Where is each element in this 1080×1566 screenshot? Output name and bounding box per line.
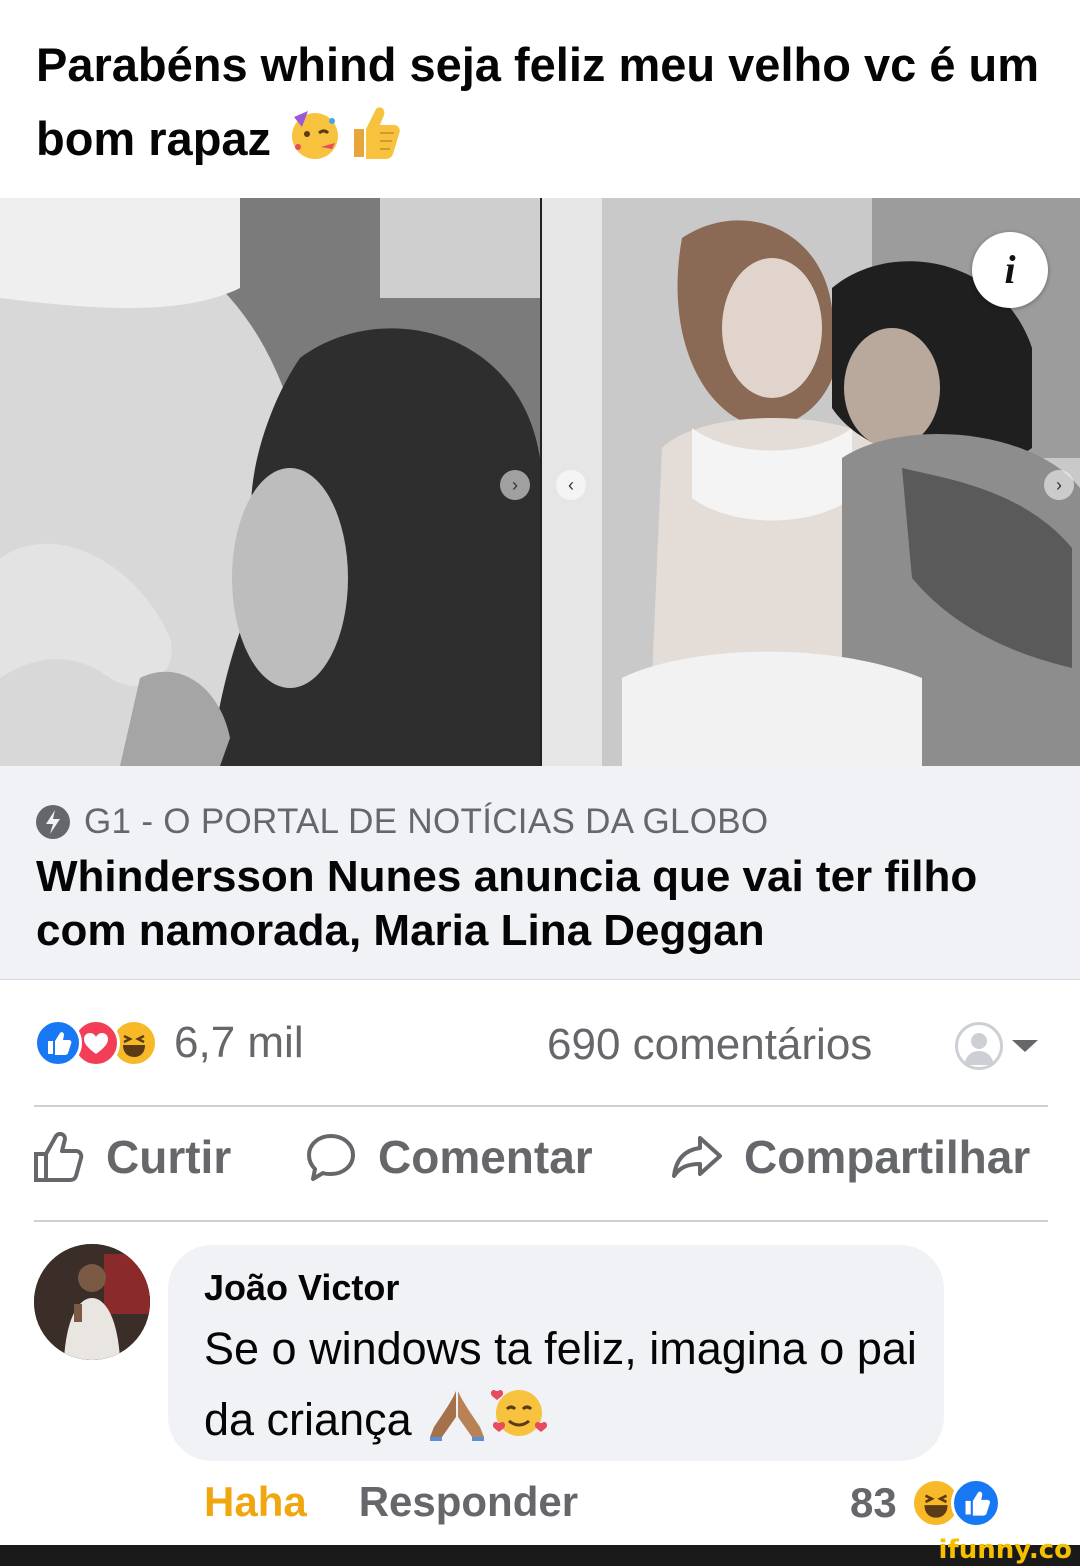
comment-button[interactable]: Comentar (304, 1130, 593, 1184)
comment-reaction-count: 83 (850, 1479, 897, 1526)
comment-reply-button[interactable]: Responder (359, 1478, 578, 1526)
lightning-bolt-icon (36, 805, 70, 839)
carousel-next-arrow-icon[interactable]: › (500, 470, 530, 500)
share-arrow-icon (672, 1136, 722, 1178)
link-source-label: G1 - O PORTAL DE NOTÍCIAS DA GLOBO (84, 802, 769, 841)
divider (34, 1220, 1048, 1222)
post-actions-bar: Curtir Comentar Compartilhar (0, 1130, 1080, 1206)
comment-bubble-icon (307, 1134, 355, 1181)
link-title[interactable]: Whindersson Nunes anuncia que vai ter fi… (36, 850, 1036, 958)
thumbs-up-outline-icon (34, 1131, 84, 1182)
comment-button-label: Comentar (378, 1131, 593, 1183)
post-text-content: Parabéns whind seja feliz meu velho vc é… (36, 38, 1040, 165)
link-preview-card[interactable]: G1 - O PORTAL DE NOTÍCIAS DA GLOBO Whind… (0, 766, 1080, 980)
chevron-down-icon[interactable] (1012, 1040, 1038, 1052)
comment-text: Se o windows ta feliz, imagina o pai da … (204, 1315, 924, 1460)
share-button-label: Compartilhar (744, 1131, 1031, 1183)
bottom-bar (0, 1545, 1080, 1566)
comments-count[interactable]: 690 comentários (547, 1020, 872, 1070)
comment-text-content: Se o windows ta feliz, imagina o pai da … (204, 1323, 917, 1445)
post-photo-carousel[interactable]: › ‹ › (0, 198, 1080, 766)
partying-face-emoji-icon (288, 107, 342, 182)
comment-bubble[interactable]: João Victor Se o windows ta feliz, imagi… (168, 1245, 944, 1461)
like-reaction-icon (950, 1478, 1001, 1528)
comment-haha-button[interactable]: Haha (204, 1478, 307, 1526)
ifunny-watermark: ifunny.co (938, 1535, 1072, 1565)
thumbs-up-emoji-icon (346, 103, 402, 182)
smiling-face-with-hearts-emoji-icon (490, 1383, 548, 1460)
photo-kissing-belly[interactable] (0, 198, 540, 766)
divider (34, 1105, 1048, 1107)
like-reaction-icon (34, 1019, 82, 1067)
reactions-summary[interactable]: 6,7 mil (34, 1018, 304, 1068)
carousel-right-arrow-icon[interactable]: › (1044, 470, 1074, 500)
comment-actions: Haha Responder (204, 1478, 578, 1526)
carousel-prev-arrow-icon[interactable]: ‹ (556, 470, 586, 500)
comment-reactions[interactable]: 83 (850, 1478, 1001, 1528)
folded-hands-emoji-icon (428, 1387, 486, 1460)
like-button-label: Curtir (106, 1131, 232, 1183)
comment-author[interactable]: João Victor (204, 1267, 399, 1309)
like-button[interactable]: Curtir (32, 1130, 231, 1184)
avatar[interactable] (34, 1244, 150, 1360)
post-text: Parabéns whind seja feliz meu velho vc é… (36, 28, 1046, 182)
link-source: G1 - O PORTAL DE NOTÍCIAS DA GLOBO (36, 802, 768, 842)
reaction-count[interactable]: 6,7 mil (174, 1018, 304, 1068)
post-stats-row: 6,7 mil 690 comentários (0, 1010, 1080, 1080)
share-button[interactable]: Compartilhar (670, 1130, 1030, 1184)
viewer-avatar-icon[interactable] (955, 1022, 1003, 1070)
info-icon[interactable]: i (972, 232, 1048, 308)
